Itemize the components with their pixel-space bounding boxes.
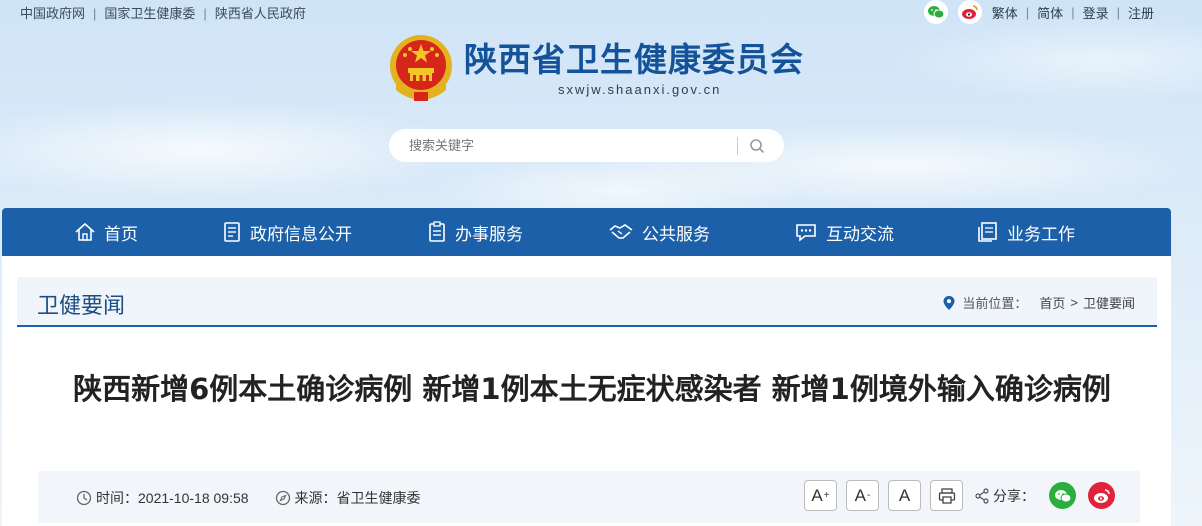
nav-item-gov-info[interactable]: 政府信息公开 [222,208,352,256]
content-area: 卫健要闻 当前位置： 首页 > 卫健要闻 陕西新增6例本土确诊病例 新增1例本土… [2,256,1171,526]
chat-icon [796,224,816,242]
breadcrumb-label: 当前位置： [962,296,1028,311]
nav-item-public-services[interactable]: 公共服务 [608,208,710,256]
document-icon [224,222,240,242]
link-gov-cn[interactable]: 中国政府网 [20,6,85,21]
nav-item-services[interactable]: 办事服务 [427,208,523,256]
search-icon[interactable] [746,135,768,157]
handshake-icon [609,224,633,239]
nav-item-home[interactable]: 首页 [74,208,138,256]
location-pin-icon [943,295,955,310]
home-icon [75,222,95,241]
traditional-chinese-link[interactable]: 繁体 [992,3,1018,22]
article-title: 陕西新增6例本土确诊病例 新增1例本土无症状感染者 新增1例境外输入确诊病例 [73,372,1111,406]
share-section: 分享： [974,482,1115,509]
search-divider [737,136,738,155]
site-url: sxwjw.shaanxi.gov.cn [558,81,722,97]
font-decrease-button[interactable]: A- [846,480,879,511]
wechat-icon[interactable] [923,0,948,24]
section-title: 卫健要闻 [37,293,126,318]
breadcrumb: 当前位置： 首页 > 卫健要闻 [942,293,1135,312]
top-links-bar: 中国政府网 | 国家卫生健康委 | 陕西省人民政府 [20,6,306,21]
nav-item-label: 政府信息公开 [250,224,352,244]
nav-item-interaction[interactable]: 互动交流 [794,208,894,256]
printer-icon [938,487,955,504]
share-icon [975,487,989,504]
share-label: 分享： [993,487,1035,504]
section-header: 卫健要闻 当前位置： 首页 > 卫健要闻 [17,277,1157,327]
nav-item-label: 首页 [104,224,138,244]
share-wechat-icon[interactable] [1049,482,1076,509]
register-link[interactable]: 注册 [1128,3,1154,22]
file-icon [978,222,997,242]
time-value: 2021-10-18 09:58 [138,490,249,506]
link-nhc[interactable]: 国家卫生健康委 [104,6,195,21]
top-right-bar: 繁体 | 简体 | 登录 | 注册 [923,0,1154,24]
article-meta-bar: 时间： 2021-10-18 09:58 来源： 省卫生健康委 A + A- A … [38,471,1140,523]
login-link[interactable]: 登录 [1083,3,1109,22]
article-source: 来源： 省卫生健康委 [275,488,421,508]
nav-item-label: 业务工作 [1007,224,1075,244]
share-weibo-icon[interactable] [1088,482,1115,509]
weibo-icon[interactable] [957,0,982,24]
link-shaanxi-gov[interactable]: 陕西省人民政府 [215,6,306,21]
compass-icon [275,490,290,506]
source-label: 来源： [294,490,337,506]
nav-item-label: 互动交流 [826,224,894,244]
clock-icon [76,490,92,506]
nav-item-business[interactable]: 业务工作 [977,208,1075,256]
font-reset-button[interactable]: A [888,480,921,511]
clipboard-icon [429,221,445,242]
breadcrumb-home[interactable]: 首页 [1039,293,1065,312]
font-increase-button[interactable]: A + [804,480,837,511]
site-name: 陕西省卫生健康委员会 [464,39,804,79]
main-nav: 首页 政府信息公开 办事服务 公共服务 互动交流 业务工作 [2,208,1171,256]
source-value: 省卫生健康委 [336,490,421,506]
print-button[interactable] [930,480,963,511]
article-tools: A + A- A 分享： [804,480,1115,511]
publish-time: 时间： 2021-10-18 09:58 [76,488,249,508]
breadcrumb-current[interactable]: 卫健要闻 [1083,293,1135,312]
nav-item-label: 办事服务 [455,224,523,244]
site-logo[interactable]: 陕西省卫生健康委员会 sxwjw.shaanxi.gov.cn [386,32,804,104]
search-box [389,129,784,162]
time-label: 时间： [96,490,138,506]
breadcrumb-separator: > [1070,295,1078,310]
simplified-chinese-link[interactable]: 简体 [1037,3,1063,22]
national-emblem-icon [390,35,452,101]
nav-item-label: 公共服务 [642,224,710,244]
search-input[interactable] [407,137,731,154]
